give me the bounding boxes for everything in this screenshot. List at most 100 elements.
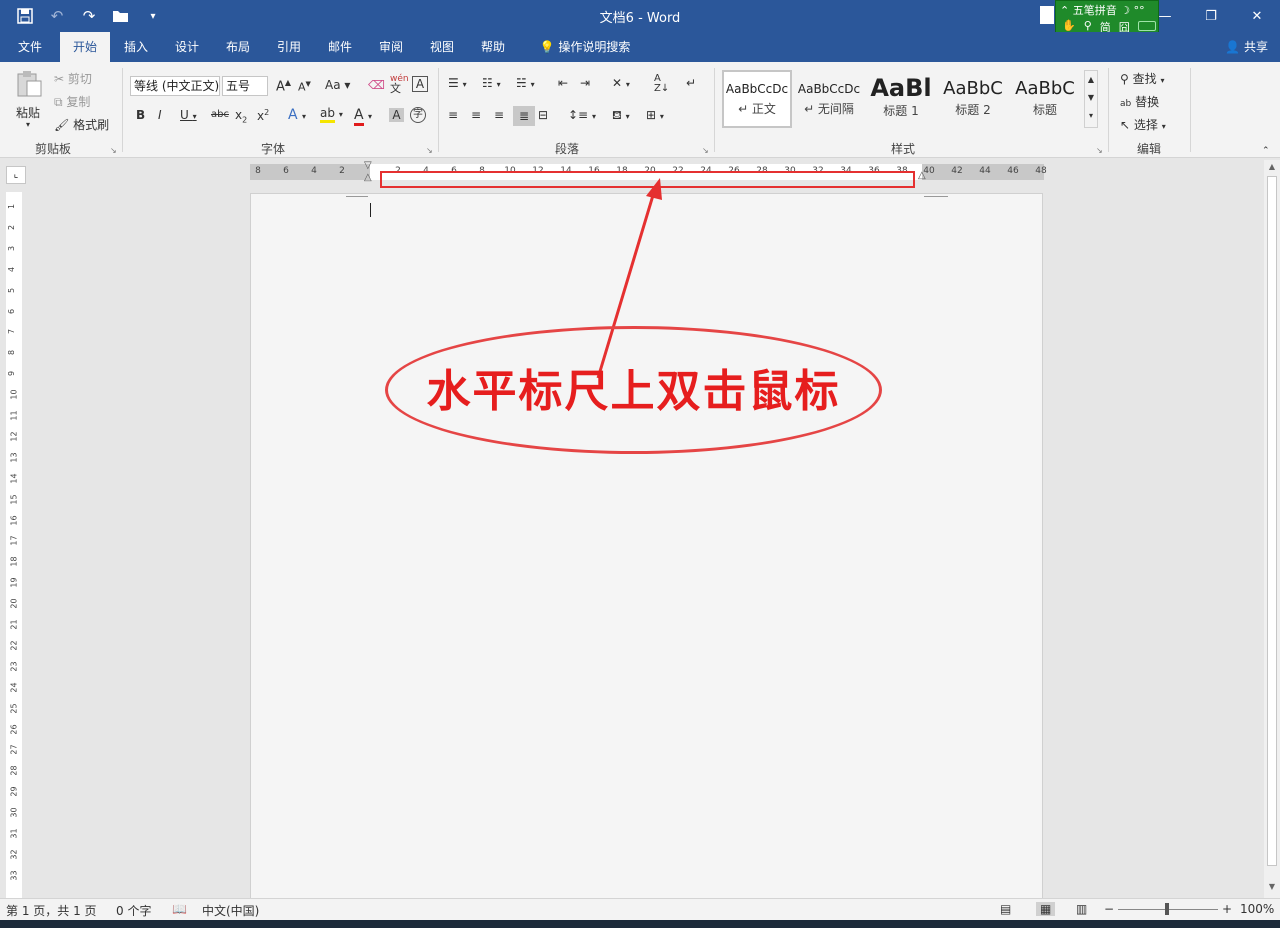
align-right-icon[interactable]: ≡ <box>494 108 504 122</box>
increase-indent-icon[interactable]: ⇥ <box>580 76 590 90</box>
enclose-char-icon[interactable]: 字 <box>410 107 426 123</box>
shrink-font-icon[interactable]: A▼ <box>298 80 311 94</box>
show-marks-icon[interactable]: ↵ <box>686 76 696 90</box>
print-layout-icon[interactable]: ▦ <box>1036 902 1056 916</box>
left-indent-icon[interactable]: △ <box>364 172 372 183</box>
bullets-icon[interactable]: ☰ ▾ <box>448 76 467 90</box>
tab-insert[interactable]: 插入 <box>114 32 158 62</box>
style-normal[interactable]: AaBbCcDc ↵ 正文 <box>722 70 792 128</box>
tab-file[interactable]: 文件 <box>8 32 52 62</box>
char-border-icon[interactable]: A <box>412 76 428 92</box>
scroll-down-icon[interactable]: ▼ <box>1264 882 1280 896</box>
borders-icon[interactable]: ⊞ ▾ <box>646 108 664 122</box>
font-size-combo[interactable]: 五号 <box>222 76 268 96</box>
font-color-icon[interactable]: A ▾ <box>354 107 372 126</box>
style-no-spacing[interactable]: AaBbCcDc ↵ 无间隔 <box>794 70 864 128</box>
align-center-icon[interactable]: ≡ <box>471 108 481 122</box>
word-count[interactable]: 0 个字 <box>116 902 151 919</box>
format-painter-button[interactable]: 🖌 格式刷 <box>54 116 109 133</box>
styles-scroll[interactable]: ▲ ▼ ▾ <box>1084 70 1098 128</box>
chinese-layout-icon[interactable]: ✕ ▾ <box>612 76 630 90</box>
phonetic-guide-icon[interactable]: wén 文 <box>390 74 409 95</box>
style-heading-2[interactable]: AaBbC 标题 2 <box>938 70 1008 128</box>
style-title[interactable]: AaBbC 标题 <box>1010 70 1080 128</box>
italic-button[interactable]: I <box>158 108 162 122</box>
style-sample: AaBbCcDc <box>725 82 789 96</box>
sort-icon[interactable]: A Z↓ <box>654 74 669 94</box>
copy-button[interactable]: ⧉ 复制 <box>54 93 90 110</box>
superscript-button[interactable]: x2 <box>257 108 269 123</box>
restore-button[interactable]: ❐ <box>1188 0 1234 32</box>
zoom-in-icon[interactable]: + <box>1222 902 1232 916</box>
style-name: 标题 2 <box>955 103 991 117</box>
proofing-icon[interactable]: 📖 <box>172 902 187 916</box>
underline-button[interactable]: U ▾ <box>180 108 197 122</box>
ruler-number: 17 <box>9 535 19 546</box>
tab-mailings[interactable]: 邮件 <box>318 32 362 62</box>
clear-format-icon[interactable]: ⌫ <box>368 78 385 92</box>
zoom-level[interactable]: 100% <box>1240 902 1274 916</box>
char-shading-icon[interactable]: A <box>389 108 404 122</box>
tab-help[interactable]: 帮助 <box>471 32 515 62</box>
tell-me-search[interactable]: 💡 操作说明搜索 <box>530 32 640 62</box>
page-count[interactable]: 第 1 页，共 1 页 <box>6 902 97 919</box>
keyboard-icon[interactable] <box>1137 21 1156 31</box>
distributed-icon[interactable]: ⊟ <box>538 108 548 122</box>
justify-icon[interactable]: ≣ <box>513 106 535 126</box>
zoom-out-icon[interactable]: − <box>1104 902 1114 916</box>
read-mode-icon[interactable]: ▤ <box>1000 902 1011 916</box>
zoom-slider-thumb[interactable] <box>1165 903 1169 915</box>
tab-selector-icon[interactable]: ⌞ <box>6 166 26 184</box>
text-effects-icon[interactable]: A ▾ <box>288 107 306 123</box>
highlight-color-icon[interactable]: ab ▾ <box>320 106 343 123</box>
tab-view[interactable]: 视图 <box>420 32 464 62</box>
replace-button[interactable]: ab 替换 <box>1120 93 1159 110</box>
scroll-thumb[interactable] <box>1267 176 1277 866</box>
decrease-indent-icon[interactable]: ⇤ <box>558 76 568 90</box>
group-separator <box>1190 68 1191 152</box>
paste-dropdown-icon[interactable]: ▾ <box>26 120 30 129</box>
subscript-button[interactable]: x2 <box>235 108 247 124</box>
scroll-up-icon[interactable]: ▲ <box>1264 162 1280 176</box>
paste-button[interactable]: 粘贴 <box>16 104 40 121</box>
clipboard-launcher-icon[interactable]: ↘ <box>110 146 117 155</box>
grow-font-icon[interactable]: A▲ <box>276 78 291 94</box>
multilevel-list-icon[interactable]: ☵ ▾ <box>516 76 535 90</box>
ime-toolbar[interactable]: ⌃ 五笔拼音 ☽ °° ✋ ⚲ 简 囧 <box>1055 0 1159 36</box>
collapse-ribbon-icon[interactable]: ⌃ <box>1262 146 1270 156</box>
tab-references[interactable]: 引用 <box>267 32 311 62</box>
shading-icon[interactable]: ⛾ ▾ <box>612 108 630 124</box>
bold-button[interactable]: B <box>136 108 145 122</box>
language[interactable]: 中文(中国) <box>202 902 259 919</box>
find-button[interactable]: ⚲ 查找 ▾ <box>1120 70 1164 87</box>
vertical-scrollbar[interactable]: ▲ ▼ <box>1264 160 1280 898</box>
strikethrough-button[interactable]: abc <box>211 109 229 120</box>
style-heading-1[interactable]: AaBl 标题 1 <box>866 70 936 128</box>
tab-design[interactable]: 设计 <box>165 32 209 62</box>
tab-home[interactable]: 开始 <box>60 32 110 62</box>
close-button[interactable]: ✕ <box>1234 0 1280 32</box>
vertical-ruler[interactable]: 1 2 3 4 5 6 7 8 9 10 11 12 13 14 15 16 17 18 19 20 21 22 23 24 2… <box>6 192 22 898</box>
select-button[interactable]: ↖ 选择 ▾ <box>1120 116 1166 133</box>
change-case-button[interactable]: Aa ▾ <box>325 78 350 92</box>
styles-launcher-icon[interactable]: ↘ <box>1096 146 1103 155</box>
web-layout-icon[interactable]: ▥ <box>1076 902 1087 916</box>
share-button[interactable]: 👤 共享 <box>1225 32 1268 62</box>
font-name-combo[interactable]: 等线 (中文正文) <box>130 76 220 96</box>
font-launcher-icon[interactable]: ↘ <box>426 146 433 155</box>
paste-icon[interactable] <box>14 68 48 102</box>
tab-layout[interactable]: 布局 <box>216 32 260 62</box>
line-spacing-icon[interactable]: ↕≡ ▾ <box>568 108 596 122</box>
tab-review[interactable]: 审阅 <box>369 32 413 62</box>
first-line-indent-icon[interactable]: ▽ <box>364 160 372 171</box>
ruler-number: 24 <box>9 682 19 693</box>
right-indent-icon[interactable]: △ <box>918 170 926 181</box>
paragraph-launcher-icon[interactable]: ↘ <box>702 146 709 155</box>
ribbon-display-icon[interactable] <box>1040 6 1054 24</box>
align-left-icon[interactable]: ≡ <box>448 108 458 122</box>
cut-button[interactable]: ✂ 剪切 <box>54 70 92 87</box>
ruler-number: 42 <box>951 166 963 176</box>
numbering-icon[interactable]: ☷ ▾ <box>482 76 501 90</box>
document-page[interactable] <box>250 193 1043 899</box>
ruler-number: 7 <box>7 329 17 335</box>
